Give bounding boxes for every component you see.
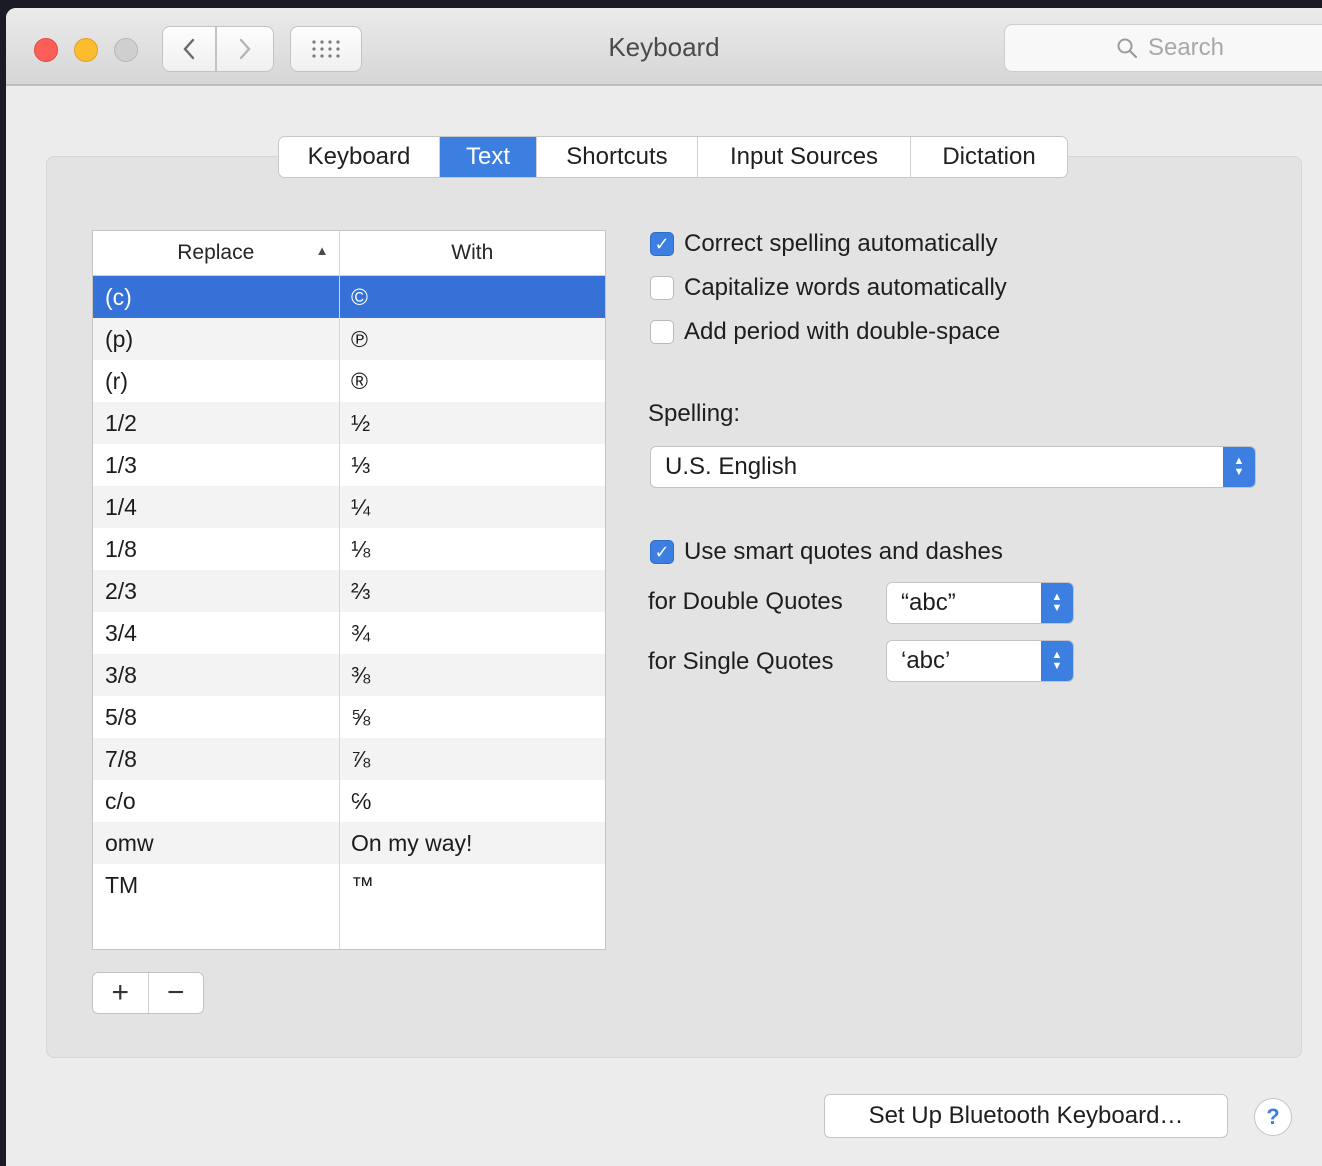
table-row[interactable]: 1/4 ¼ [93, 486, 605, 528]
double-quotes-popup[interactable]: “abc” ▲ ▼ [886, 582, 1074, 624]
text-replacement-table[interactable]: Replace ▲ With (c) © (p) ℗ (r) ® 1/2 ½ 1… [92, 230, 606, 950]
replace-cell: 3/8 [105, 661, 137, 688]
table-row[interactable]: 2/3 ⅔ [93, 570, 605, 612]
capitalize-option[interactable]: Capitalize words automatically [650, 274, 1007, 302]
correct-spelling-option[interactable]: ✓ Correct spelling automatically [650, 230, 997, 258]
with-cell: ™ [351, 871, 374, 898]
with-cell: ¾ [351, 619, 371, 646]
updown-arrows-icon: ▲ ▼ [1223, 447, 1255, 487]
set-up-bluetooth-keyboard-button[interactable]: Set Up Bluetooth Keyboard… [824, 1094, 1228, 1138]
table-row[interactable]: 7/8 ⅞ [93, 738, 605, 780]
tab-input-sources[interactable]: Input Sources [698, 137, 911, 177]
replace-cell: TM [105, 871, 139, 898]
table-body: (c) © (p) ℗ (r) ® 1/2 ½ 1/3 ⅓ 1/4 ¼ 1/8 … [93, 276, 605, 906]
title-bar: Keyboard Search [6, 8, 1322, 86]
add-remove-control: + − [92, 972, 204, 1014]
search-icon [1117, 38, 1138, 59]
with-cell: ⅓ [351, 451, 371, 478]
correct-spelling-label: Correct spelling automatically [684, 230, 998, 257]
correct-spelling-checkbox[interactable]: ✓ [650, 232, 674, 256]
tab-shortcuts[interactable]: Shortcuts [537, 137, 698, 177]
smart-quotes-option[interactable]: ✓ Use smart quotes and dashes [650, 538, 1003, 566]
table-row[interactable]: 5/8 ⅝ [93, 696, 605, 738]
spelling-popup[interactable]: U.S. English ▲ ▼ [650, 446, 1256, 488]
table-row[interactable]: 1/8 ⅛ [93, 528, 605, 570]
tab-keyboard[interactable]: Keyboard [279, 137, 440, 177]
with-cell: © [351, 283, 368, 310]
add-period-label: Add period with double-space [684, 318, 1001, 345]
with-cell: ® [351, 367, 368, 394]
add-period-option[interactable]: Add period with double-space [650, 318, 1000, 346]
column-header-with[interactable]: With [340, 231, 605, 275]
keyboard-preferences-window: Keyboard Search Keyboard Text Shortcuts … [6, 8, 1322, 1166]
table-row[interactable]: 3/4 ¾ [93, 612, 605, 654]
with-cell: ⅜ [351, 661, 371, 688]
with-cell: ⅛ [351, 535, 371, 562]
replace-cell: (c) [105, 283, 132, 310]
column-divider [339, 275, 340, 949]
with-cell: ⅞ [351, 745, 371, 772]
replace-cell: 7/8 [105, 745, 137, 772]
with-cell: On my way! [351, 829, 473, 856]
search-field[interactable]: Search [1004, 24, 1322, 72]
capitalize-label: Capitalize words automatically [684, 274, 1007, 301]
table-row[interactable]: c/o ℅ [93, 780, 605, 822]
table-row[interactable]: TM ™ [93, 864, 605, 906]
updown-arrows-icon: ▲ ▼ [1041, 641, 1073, 681]
spelling-value: U.S. English [665, 453, 798, 480]
with-cell: ⅔ [351, 577, 371, 604]
replace-cell: 1/4 [105, 493, 137, 520]
table-row[interactable]: (r) ® [93, 360, 605, 402]
updown-arrows-icon: ▲ ▼ [1041, 583, 1073, 623]
capitalize-checkbox[interactable] [650, 276, 674, 300]
smart-quotes-label: Use smart quotes and dashes [684, 538, 1003, 565]
with-cell: ½ [351, 409, 371, 436]
with-cell: ¼ [351, 493, 371, 520]
tab-dictation[interactable]: Dictation [911, 137, 1067, 177]
double-quotes-label: for Double Quotes [648, 588, 843, 615]
with-cell: ℅ [351, 787, 372, 814]
with-cell: ⅝ [351, 703, 371, 730]
replace-cell: (r) [105, 367, 128, 394]
tab-text[interactable]: Text [440, 137, 537, 177]
tab-bar: Keyboard Text Shortcuts Input Sources Di… [278, 136, 1068, 178]
replace-cell: omw [105, 829, 154, 856]
smart-quotes-checkbox[interactable]: ✓ [650, 540, 674, 564]
replace-cell: 1/2 [105, 409, 137, 436]
replace-cell: 2/3 [105, 577, 137, 604]
table-row[interactable]: (p) ℗ [93, 318, 605, 360]
replace-cell: 1/3 [105, 451, 137, 478]
replace-cell: 3/4 [105, 619, 137, 646]
spelling-label: Spelling: [648, 400, 741, 427]
search-placeholder: Search [1147, 34, 1225, 61]
sort-ascending-icon: ▲ [315, 243, 329, 258]
help-button[interactable]: ? [1254, 1098, 1292, 1136]
table-row[interactable]: 1/3 ⅓ [93, 444, 605, 486]
table-row[interactable]: omw On my way! [93, 822, 605, 864]
table-row[interactable]: 1/2 ½ [93, 402, 605, 444]
table-row[interactable]: 3/8 ⅜ [93, 654, 605, 696]
single-quotes-label: for Single Quotes [648, 648, 834, 675]
double-quotes-value: “abc” [901, 589, 956, 616]
single-quotes-popup[interactable]: ‘abc’ ▲ ▼ [886, 640, 1074, 682]
replace-cell: (p) [105, 325, 134, 352]
add-button[interactable]: + [93, 973, 149, 1013]
table-header: Replace ▲ With [93, 231, 605, 276]
remove-button[interactable]: − [149, 973, 204, 1013]
add-period-checkbox[interactable] [650, 320, 674, 344]
replace-cell: 1/8 [105, 535, 137, 562]
single-quotes-value: ‘abc’ [901, 647, 951, 674]
replace-cell: 5/8 [105, 703, 137, 730]
with-cell: ℗ [351, 325, 368, 352]
table-row[interactable]: (c) © [93, 276, 605, 318]
replace-cell: c/o [105, 787, 136, 814]
column-header-replace[interactable]: Replace ▲ [93, 231, 340, 275]
replace-header-label: Replace [177, 241, 255, 264]
